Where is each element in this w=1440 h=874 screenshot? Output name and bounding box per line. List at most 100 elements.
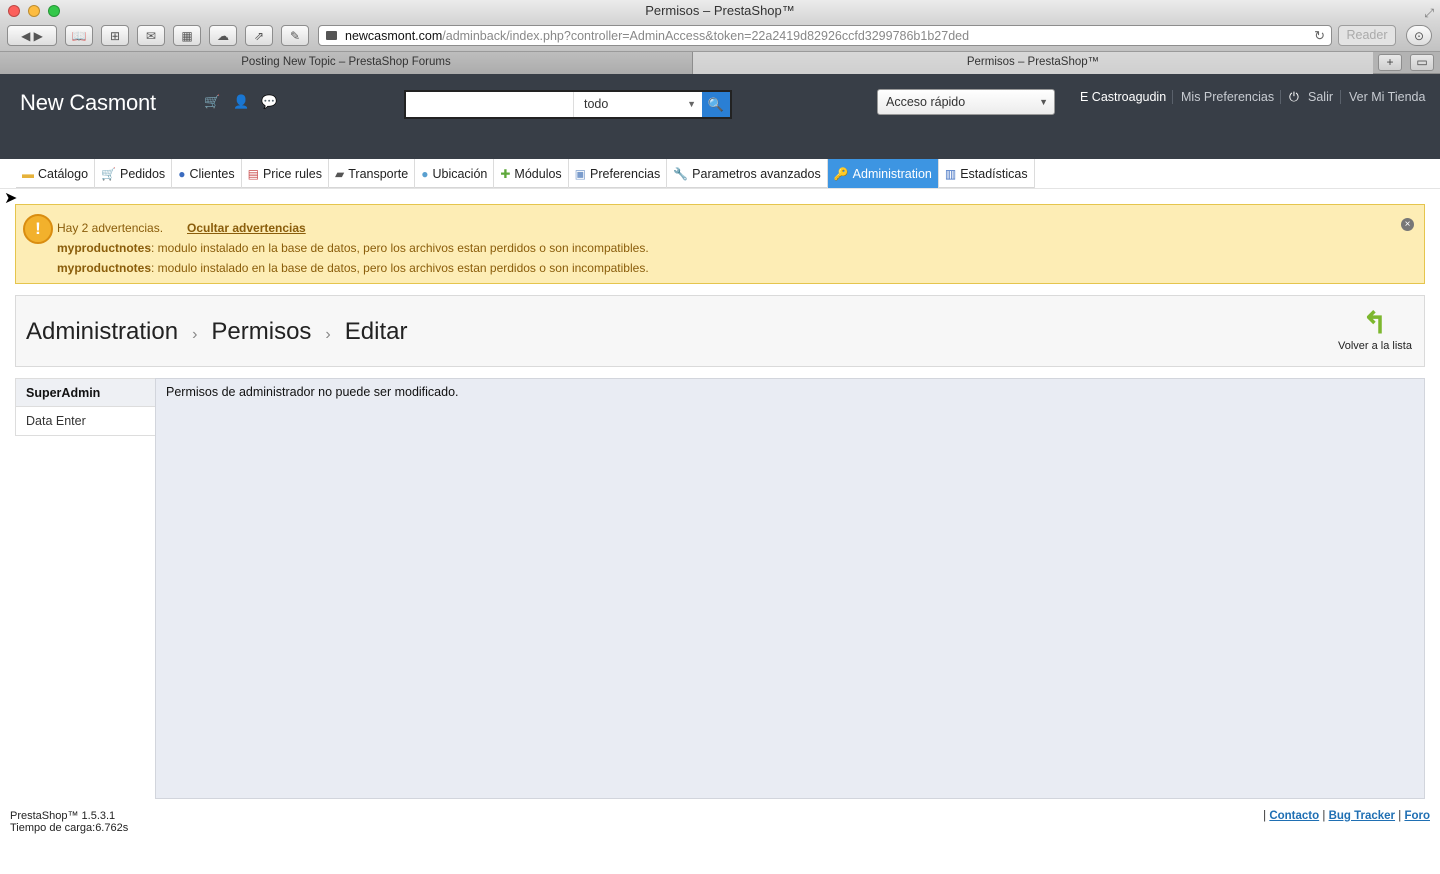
divider (1172, 90, 1173, 104)
site-icon (326, 31, 337, 40)
zoom-window-button[interactable] (48, 5, 60, 17)
menu-label: Transporte (348, 166, 409, 181)
search-button[interactable]: 🔍 (702, 92, 730, 117)
menu-localization[interactable]: ● Ubicación (415, 159, 495, 188)
menu-administration[interactable]: 🔑 Administration (827, 159, 939, 188)
menu-stats[interactable]: ▥ Estadísticas (939, 159, 1035, 188)
warning-box: ! Hay 2 advertencias. Ocultar advertenci… (15, 204, 1425, 284)
browser-tab-active[interactable]: Permisos – PrestaShop™ (693, 52, 1373, 74)
icloud-icon[interactable]: ☁ (209, 25, 237, 46)
puzzle-icon: ✚ (500, 166, 511, 181)
close-window-button[interactable] (8, 5, 20, 17)
admin-header: New Casmont 🛒 👤 💬 todo ▼ 🔍 Acceso rápido… (0, 74, 1440, 159)
cart-icon: 🛒 (101, 166, 116, 181)
search-scope-select[interactable]: todo ▼ (574, 92, 702, 117)
search-icon: 🔍 (707, 97, 725, 112)
back-to-list-button[interactable]: ↰ Volver a la lista (1338, 307, 1412, 353)
window-controls (8, 5, 60, 17)
warning-icon: ! (23, 214, 53, 244)
wrench-icon: 🔧 (673, 166, 689, 181)
divider (1280, 90, 1281, 104)
menu-advanced-parameters[interactable]: 🔧 Parametros avanzados (667, 159, 828, 188)
reading-list-icon[interactable]: ⊞ (101, 25, 129, 46)
search-input[interactable] (406, 92, 574, 117)
chevron-right-icon: › (192, 326, 198, 343)
customers-icon[interactable]: 👤 (233, 94, 249, 110)
window-title: Permisos – PrestaShop™ (645, 3, 795, 18)
menu-label: Parametros avanzados (692, 166, 821, 181)
reader-button[interactable]: Reader (1338, 25, 1396, 46)
browser-tabs: Posting New Topic – PrestaShop Forums Pe… (0, 52, 1440, 74)
menu-label: Administration (852, 166, 932, 181)
bar-chart-icon: ▥ (944, 166, 957, 181)
menu-customers[interactable]: ● Clientes (172, 159, 242, 188)
my-preferences-link[interactable]: Mis Preferencias (1181, 90, 1274, 104)
quick-access-select[interactable]: Acceso rápido ▼ (877, 89, 1055, 115)
mail-icon[interactable]: ✉ (137, 25, 165, 46)
permissions-message: Permisos de administrador no puede ser m… (166, 385, 459, 399)
share-icon[interactable]: ⇗ (245, 25, 273, 46)
menu-modules[interactable]: ✚ Módulos (494, 159, 569, 188)
menu-orders[interactable]: 🛒 Pedidos (95, 159, 173, 188)
chevron-down-icon: ▼ (1039, 97, 1048, 107)
address-bar[interactable]: newcasmont.com/adminback/index.php?contr… (318, 25, 1332, 46)
menu-catalog[interactable]: ▬ Catálogo (16, 159, 96, 188)
bookmarks-icon[interactable]: 📖 (65, 25, 93, 46)
chevron-right-icon: › (325, 326, 331, 343)
messages-icon[interactable]: 💬 (261, 94, 277, 110)
power-icon: ⏻ (1289, 90, 1299, 104)
top-sites-icon[interactable]: ▦ (173, 25, 201, 46)
page-toolbar: Administration › Permisos › Editar ↰ Volver … (15, 295, 1425, 367)
menu-preferences[interactable]: ▣ Preferencias (569, 159, 668, 188)
truck-icon: ▰ (335, 166, 345, 181)
menu-label: Estadísticas (960, 166, 1028, 181)
mouse-cursor-icon: ➤ (4, 190, 18, 207)
price-tag-icon: ▤ (247, 166, 259, 181)
profile-item-data-enter[interactable]: Data Enter (15, 407, 156, 436)
footer-links: | Contacto | Bug Tracker | Foro (1263, 810, 1430, 822)
divider (1340, 90, 1341, 104)
fullscreen-icon[interactable]: ⤢ (1424, 2, 1434, 24)
cart-icon[interactable]: 🛒 (204, 94, 220, 110)
hide-warnings-link[interactable]: Ocultar advertencias (187, 221, 306, 235)
new-tab-icon[interactable]: + (1378, 54, 1402, 71)
forum-link[interactable]: Foro (1404, 810, 1430, 822)
user-icon: ● (178, 166, 186, 181)
return-arrow-icon: ↰ (1362, 307, 1388, 340)
tab-overview-icon[interactable]: ▭ (1410, 54, 1434, 71)
warning-module: myproductnotes (57, 241, 152, 255)
shop-name[interactable]: New Casmont (20, 90, 156, 116)
menu-label: Price rules (262, 166, 322, 181)
menu-label: Preferencias (590, 166, 661, 181)
back-forward-buttons[interactable]: ◀ ▶ (7, 25, 57, 46)
chevron-down-icon: ▼ (687, 99, 696, 109)
minimize-window-button[interactable] (28, 5, 40, 17)
menu-label: Catálogo (38, 166, 89, 181)
menu-price-rules[interactable]: ▤ Price rules (242, 159, 329, 188)
main-menu: ▬ Catálogo 🛒 Pedidos ● Clientes ▤ Price rule… (16, 159, 1035, 188)
downloads-icon[interactable]: ⊙ (1406, 25, 1432, 46)
tools-icon[interactable]: ✎ (281, 25, 309, 46)
browser-tab[interactable]: Posting New Topic – PrestaShop Forums (0, 52, 693, 74)
warning-module: myproductnotes (57, 261, 152, 275)
profile-item-superadmin[interactable]: SuperAdmin (15, 378, 156, 407)
contact-link[interactable]: Contacto (1269, 810, 1319, 822)
breadcrumb-item: Administration (26, 318, 179, 345)
window-titlebar: Permisos – PrestaShop™ ⤢ (0, 0, 1440, 22)
employee-name-link[interactable]: E Castroagudin (1080, 90, 1166, 104)
menu-label: Ubicación (432, 166, 488, 181)
bug-tracker-link[interactable]: Bug Tracker (1329, 810, 1395, 822)
view-store-link[interactable]: Ver Mi Tienda (1349, 90, 1425, 104)
close-icon[interactable]: × (1401, 218, 1414, 231)
warning-text: : modulo instalado en la base de datos, … (151, 261, 649, 275)
reload-icon[interactable]: ↻ (1314, 26, 1325, 45)
menu-shipping[interactable]: ▰ Transporte (329, 159, 416, 188)
menu-label: Pedidos (120, 166, 166, 181)
warning-item: myproductnotes: modulo instalado en la b… (57, 261, 649, 275)
menu-label: Módulos (514, 166, 562, 181)
warning-text: : modulo instalado en la base de datos, … (151, 241, 649, 255)
back-to-list-label: Volver a la lista (1338, 340, 1412, 352)
logout-link[interactable]: Salir (1308, 90, 1333, 104)
search-box: todo ▼ 🔍 (404, 90, 732, 119)
menu-label: Clientes (189, 166, 235, 181)
